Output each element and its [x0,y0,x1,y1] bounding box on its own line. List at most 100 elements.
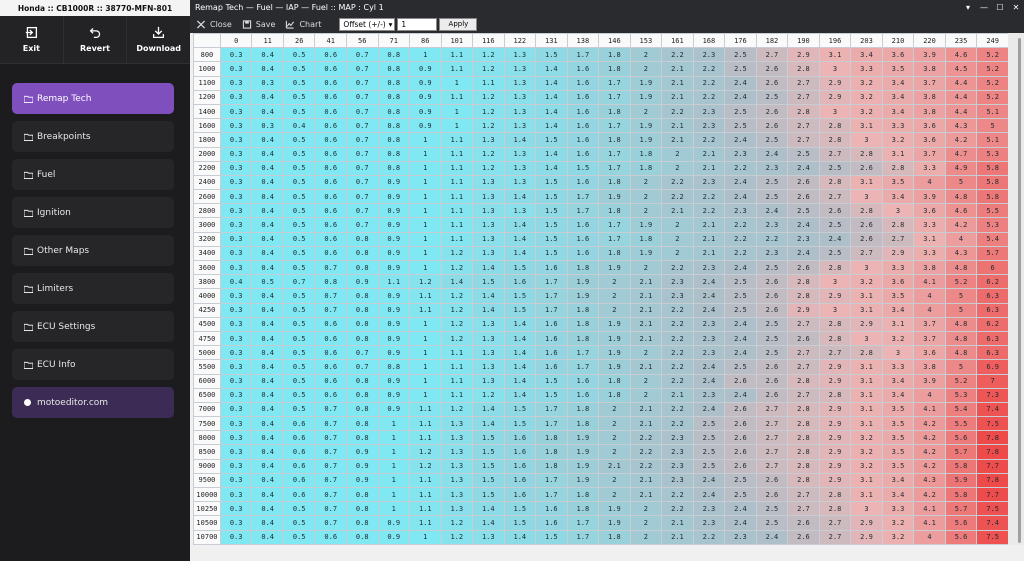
map-cell[interactable]: 1 [440,103,474,120]
map-cell[interactable]: 2.5 [755,330,789,347]
map-cell[interactable]: 3.3 [881,118,915,134]
revert-button[interactable]: Revert [64,16,128,63]
map-cell[interactable]: 4.1 [913,274,946,290]
row-header[interactable]: 1000 [193,61,221,77]
map-cell[interactable]: 1.9 [629,132,663,148]
exit-button[interactable]: Exit [0,16,64,63]
map-cell[interactable]: 3.1 [850,472,883,489]
map-cell[interactable]: 0.3 [219,316,253,332]
map-cell[interactable]: 0.9 [377,217,411,233]
map-cell[interactable]: 1.9 [629,245,663,262]
map-cell[interactable]: 5.5 [976,203,1009,219]
map-cell[interactable]: 0.8 [377,160,411,176]
map-cell[interactable]: 2.8 [818,387,852,403]
map-cell[interactable]: 3.5 [881,288,915,304]
map-cell[interactable]: 0.3 [219,486,253,503]
map-cell[interactable]: 1 [409,259,442,276]
map-cell[interactable]: 2.7 [818,146,852,162]
map-cell[interactable]: 2.3 [755,245,789,262]
map-cell[interactable]: 7.7 [976,486,1009,503]
map-cell[interactable]: 3.3 [881,501,915,517]
column-header[interactable]: 116 [472,33,505,49]
map-cell[interactable]: 2.9 [818,472,852,489]
map-cell[interactable]: 2 [629,501,663,517]
map-cell[interactable]: 4.2 [913,430,946,446]
map-cell[interactable]: 3.4 [881,189,915,205]
map-cell[interactable]: 2.7 [881,231,915,247]
maximize-icon[interactable]: ☐ [992,0,1008,15]
map-cell[interactable]: 1.4 [503,189,537,205]
map-cell[interactable]: 2.5 [755,515,789,531]
map-cell[interactable]: 0.4 [251,259,284,276]
map-cell[interactable]: 0.6 [314,47,347,63]
map-cell[interactable]: 1.4 [535,75,568,91]
map-cell[interactable]: 0.4 [251,231,284,247]
map-cell[interactable]: 0.8 [314,274,347,290]
map-cell[interactable]: 1 [409,529,442,545]
map-cell[interactable]: 7.8 [976,444,1009,460]
map-cell[interactable]: 0.4 [251,472,284,489]
map-cell[interactable]: 1.6 [566,61,600,77]
map-cell[interactable]: 0.4 [251,387,284,403]
map-cell[interactable]: 3.1 [881,146,915,162]
map-cell[interactable]: 1.5 [503,501,537,517]
map-cell[interactable]: 0.5 [282,132,316,148]
map-cell[interactable]: 4.5 [944,61,978,77]
map-cell[interactable]: 4.1 [913,501,946,517]
map-cell[interactable]: 2.9 [787,47,820,63]
map-cell[interactable]: 0.9 [377,259,411,276]
map-cell[interactable]: 2.7 [755,444,789,460]
map-cell[interactable]: 1.9 [598,259,631,276]
map-cell[interactable]: 0.3 [251,75,284,91]
map-cell[interactable]: 0.3 [219,231,253,247]
map-cell[interactable]: 2.6 [850,160,883,176]
map-cell[interactable]: 0.4 [251,416,284,432]
map-cell[interactable]: 6.3 [976,302,1009,318]
map-cell[interactable]: 0.6 [314,189,347,205]
map-cell[interactable]: 0.3 [219,89,253,105]
map-cell[interactable]: 2.8 [818,486,852,503]
map-cell[interactable]: 0.3 [219,132,253,148]
map-cell[interactable]: 2.5 [755,132,789,148]
map-cell[interactable]: 0.3 [219,174,253,191]
map-cell[interactable]: 2 [598,486,631,503]
map-cell[interactable]: 4.3 [913,472,946,489]
map-cell[interactable]: 2.6 [787,189,820,205]
map-cell[interactable]: 1.1 [440,61,474,77]
map-cell[interactable]: 5 [944,288,978,304]
map-cell[interactable]: 1.8 [566,501,600,517]
map-cell[interactable]: 2.7 [755,430,789,446]
map-cell[interactable]: 1.8 [629,146,663,162]
map-cell[interactable]: 2.8 [818,132,852,148]
map-cell[interactable]: 1.8 [566,330,600,347]
map-cell[interactable]: 1 [409,245,442,262]
map-cell[interactable]: 0.8 [377,61,411,77]
map-cell[interactable]: 3.4 [881,387,915,403]
map-cell[interactable]: 2.9 [787,302,820,318]
map-cell[interactable]: 2 [629,103,663,120]
minimize-icon[interactable]: — [976,0,992,15]
row-header[interactable]: 3200 [193,231,221,247]
map-cell[interactable]: 3.4 [881,89,915,105]
map-cell[interactable]: 1 [409,132,442,148]
map-cell[interactable]: 0.7 [314,430,347,446]
map-cell[interactable]: 0.8 [345,387,379,403]
map-cell[interactable]: 2.5 [755,189,789,205]
map-cell[interactable]: 0.6 [314,61,347,77]
map-cell[interactable]: 1.6 [503,430,537,446]
map-cell[interactable]: 1.2 [440,316,474,332]
map-cell[interactable]: 0.6 [314,529,347,545]
map-cell[interactable]: 0.4 [251,245,284,262]
map-cell[interactable]: 2.5 [755,89,789,105]
map-cell[interactable]: 3.1 [850,416,883,432]
map-cell[interactable]: 1.4 [535,118,568,134]
map-cell[interactable]: 0.3 [219,47,253,63]
map-cell[interactable]: 1.9 [629,89,663,105]
map-cell[interactable]: 1.9 [566,444,600,460]
map-cell[interactable]: 0.8 [377,89,411,105]
map-cell[interactable]: 0.8 [377,118,411,134]
map-cell[interactable]: 1.2 [440,288,474,304]
map-cell[interactable]: 3.2 [881,529,915,545]
column-header[interactable]: 182 [755,33,789,49]
map-cell[interactable]: 0.3 [219,387,253,403]
